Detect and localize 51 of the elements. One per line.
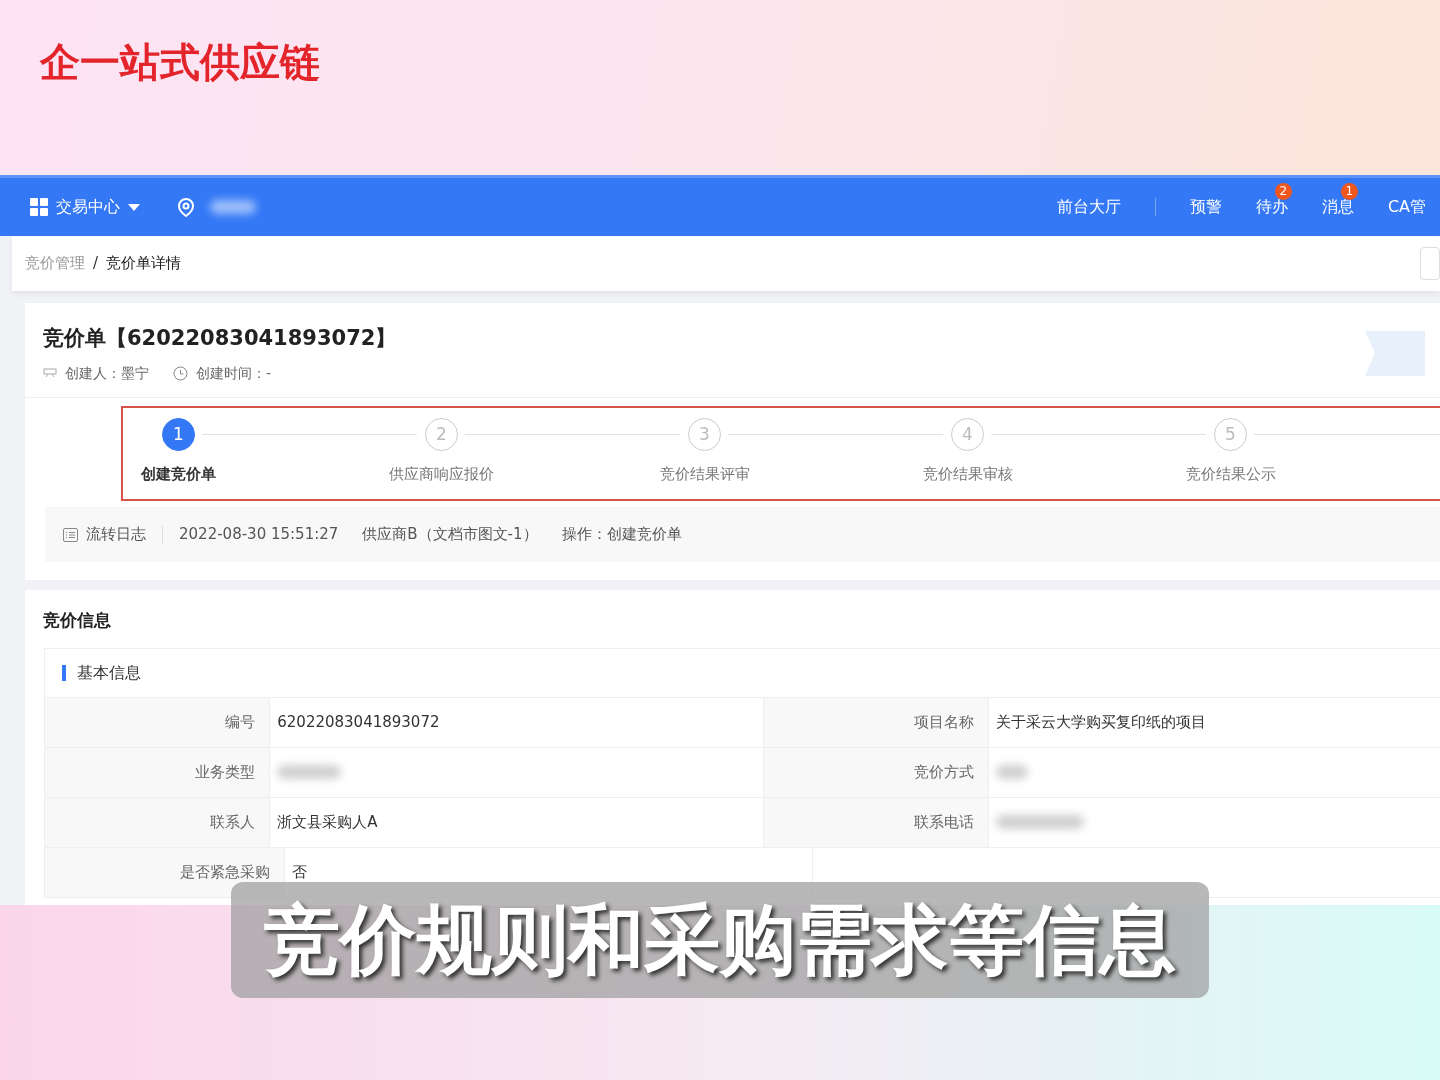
grid-icon <box>30 198 48 216</box>
field-value: 浙文县采购人A <box>277 811 378 833</box>
nav-link[interactable]: CA管 <box>1387 195 1426 219</box>
clock-icon <box>173 365 188 381</box>
user-card-icon <box>43 368 57 378</box>
breadcrumb-link[interactable]: 竞价管理 <box>25 252 85 275</box>
breadcrumb-separator: / <box>93 253 99 275</box>
list-icon <box>63 527 78 542</box>
step-number: 3 <box>688 418 721 451</box>
blurred-location <box>210 200 256 214</box>
location-pin-icon <box>178 197 194 217</box>
log-label: 流转日志 <box>86 524 146 546</box>
created-time-text: 创建时间：- <box>196 363 272 383</box>
log-actor: 供应商B（文档市图文-1） <box>362 524 538 546</box>
field-label: 编号 <box>45 697 271 747</box>
breadcrumb-current: 竞价单详情 <box>106 253 182 275</box>
section-title: 竞价信息 <box>42 609 112 632</box>
field-label: 联系电话 <box>764 797 990 847</box>
nav-link[interactable]: 预警 <box>1189 195 1222 219</box>
caption-text: 竞价规则和采购需求等信息 <box>264 898 1176 982</box>
step-label: 竞价结果公示 <box>1184 464 1277 485</box>
menu-dropdown[interactable]: 交易中心 <box>56 195 120 219</box>
field-label: 是否紧急采购 <box>45 847 285 897</box>
step-number: 4 <box>951 418 984 451</box>
accent-bar <box>62 664 66 681</box>
field-label: 竞价方式 <box>764 747 990 797</box>
count-badge: 1 <box>1340 183 1358 200</box>
step-label: 创建竞价单 <box>140 464 217 485</box>
step-label: 竞价结果评审 <box>658 464 751 485</box>
field-value: 62022083041893072 <box>277 711 440 733</box>
count-badge: 2 <box>1274 183 1292 200</box>
step-label: 竞价结果审核 <box>921 464 1014 485</box>
log-action: 操作：创建竞价单 <box>561 524 682 546</box>
nav-link[interactable]: 前台大厅 <box>1056 195 1121 219</box>
field-value: 关于采云大学购买复印纸的项目 <box>996 711 1207 733</box>
subsection-title: 基本信息 <box>77 661 141 684</box>
creator-text: 创建人：墨宁 <box>65 363 149 383</box>
step-label: 供应商响应报价 <box>388 464 495 485</box>
step-number: 1 <box>162 418 195 451</box>
field-label: 业务类型 <box>45 747 271 797</box>
field-label: 联系人 <box>45 797 271 847</box>
log-time: 2022-08-30 15:51:27 <box>179 524 339 546</box>
field-value: 否 <box>291 861 307 883</box>
step-number: 5 <box>1214 418 1247 451</box>
order-title: 竞价单【62022083041893072】 <box>43 325 397 352</box>
ribbon-tag <box>1365 331 1425 376</box>
button-edge[interactable] <box>1420 247 1440 280</box>
step-number: 2 <box>425 418 458 451</box>
caret-icon <box>128 203 140 211</box>
video-title: 企一站式供应链 <box>40 38 320 86</box>
field-label: 项目名称 <box>764 697 990 747</box>
